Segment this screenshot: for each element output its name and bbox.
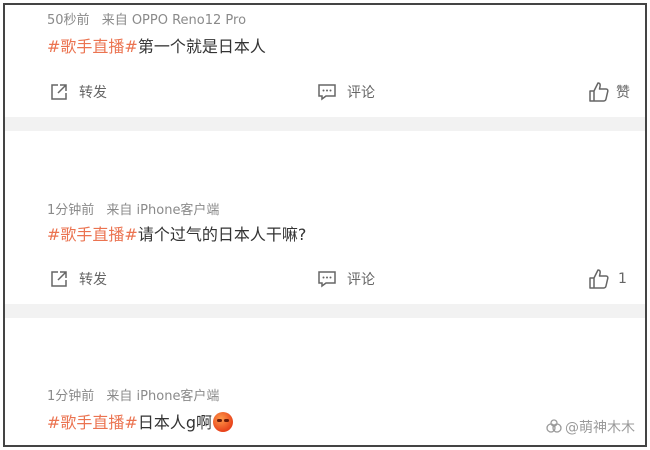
- post-time: 1分钟前: [47, 203, 95, 218]
- thumbs-up-icon: [589, 82, 609, 102]
- post-content: #歌手直播#第一个就是日本人: [47, 33, 266, 57]
- post-text: 日本人g啊: [137, 413, 212, 432]
- share-icon: [51, 271, 67, 287]
- post-source[interactable]: 来自 OPPO Reno12 Pro: [102, 13, 246, 28]
- post-content: #歌手直播#请个过气的日本人干嘛?: [47, 221, 306, 245]
- comment-icon: [318, 271, 336, 288]
- watermark-logo-icon: [546, 419, 562, 433]
- separator: [5, 117, 645, 131]
- comment-button[interactable]: 评论: [317, 267, 375, 291]
- post-meta: 1分钟前 来自 iPhone客户端: [47, 199, 219, 218]
- post-time: 50秒前: [47, 13, 90, 28]
- post-meta: 50秒前 来自 OPPO Reno12 Pro: [47, 9, 246, 28]
- post-time: 1分钟前: [47, 389, 95, 404]
- comment-label: 评论: [347, 85, 375, 101]
- post-meta: 1分钟前 来自 iPhone客户端: [47, 385, 219, 404]
- repost-label: 转发: [79, 85, 107, 101]
- feed-frame: 50秒前 来自 OPPO Reno12 Pro #歌手直播#第一个就是日本人 转…: [3, 3, 647, 447]
- post-source[interactable]: 来自 iPhone客户端: [106, 389, 219, 404]
- thumbs-up-icon: [589, 269, 609, 289]
- repost-button[interactable]: 转发: [49, 80, 107, 104]
- watermark: @萌神木木: [546, 417, 635, 437]
- repost-button[interactable]: 转发: [49, 267, 107, 291]
- repost-label: 转发: [79, 272, 107, 288]
- comment-label: 评论: [347, 272, 375, 288]
- comment-icon: [318, 84, 336, 101]
- angry-face-icon: [213, 412, 233, 432]
- hashtag-link[interactable]: #歌手直播#: [47, 413, 138, 432]
- hashtag-link[interactable]: #歌手直播#: [47, 37, 138, 56]
- post-source[interactable]: 来自 iPhone客户端: [106, 203, 219, 218]
- post-text: 第一个就是日本人: [137, 37, 266, 56]
- post-actions: 转发 评论 赞: [5, 80, 645, 104]
- comment-button[interactable]: 评论: [317, 80, 375, 104]
- share-icon: [51, 84, 67, 100]
- post-text: 请个过气的日本人干嘛?: [137, 225, 307, 244]
- separator: [5, 304, 645, 318]
- like-button[interactable]: 1: [588, 267, 627, 291]
- hashtag-link[interactable]: #歌手直播#: [47, 225, 138, 244]
- like-button[interactable]: 赞: [588, 80, 630, 104]
- like-count: 1: [618, 271, 627, 287]
- post-content: #歌手直播#日本人g啊: [47, 409, 233, 433]
- watermark-text: @萌神木木: [565, 420, 635, 436]
- like-label: 赞: [616, 85, 630, 101]
- post-actions: 转发 评论 1: [5, 267, 645, 291]
